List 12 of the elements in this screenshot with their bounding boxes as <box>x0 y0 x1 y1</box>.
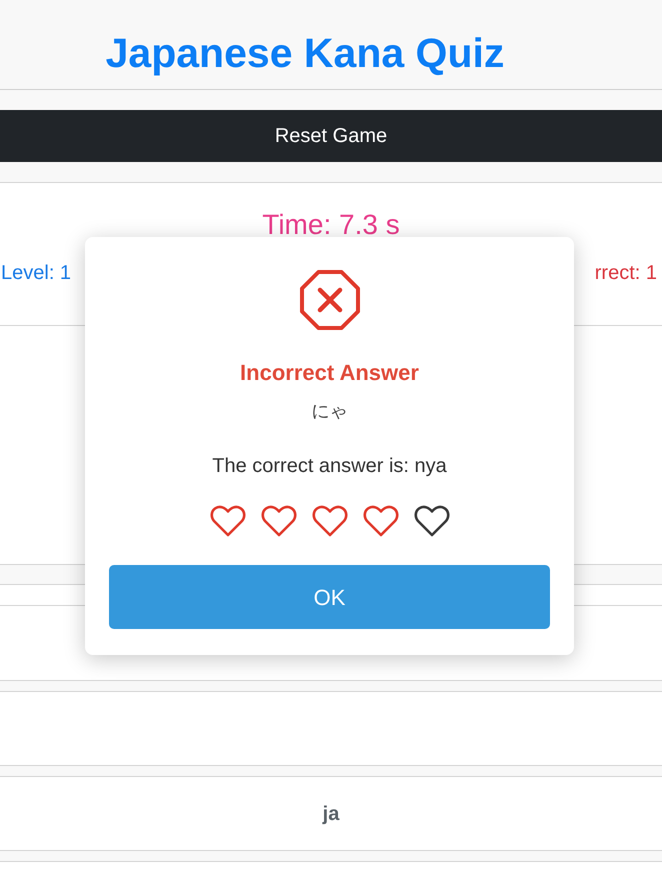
kana-text: にゃ <box>312 400 348 423</box>
correct-answer-text: The correct answer is: nya <box>212 454 447 478</box>
answer-option[interactable]: ja <box>0 776 662 851</box>
timer-text: Time: 7.3 s <box>262 209 400 241</box>
reset-game-button[interactable]: Reset Game <box>0 110 662 162</box>
level-text: Level: 1 <box>1 261 72 285</box>
octagon-x-icon <box>300 270 360 330</box>
answer-card[interactable] <box>0 691 662 766</box>
page-title: Japanese Kana Quiz <box>106 28 504 76</box>
dialog-title: Incorrect Answer <box>240 359 419 387</box>
score-text: rrect: 1 <box>594 261 657 285</box>
ok-button[interactable]: OK <box>109 565 550 629</box>
